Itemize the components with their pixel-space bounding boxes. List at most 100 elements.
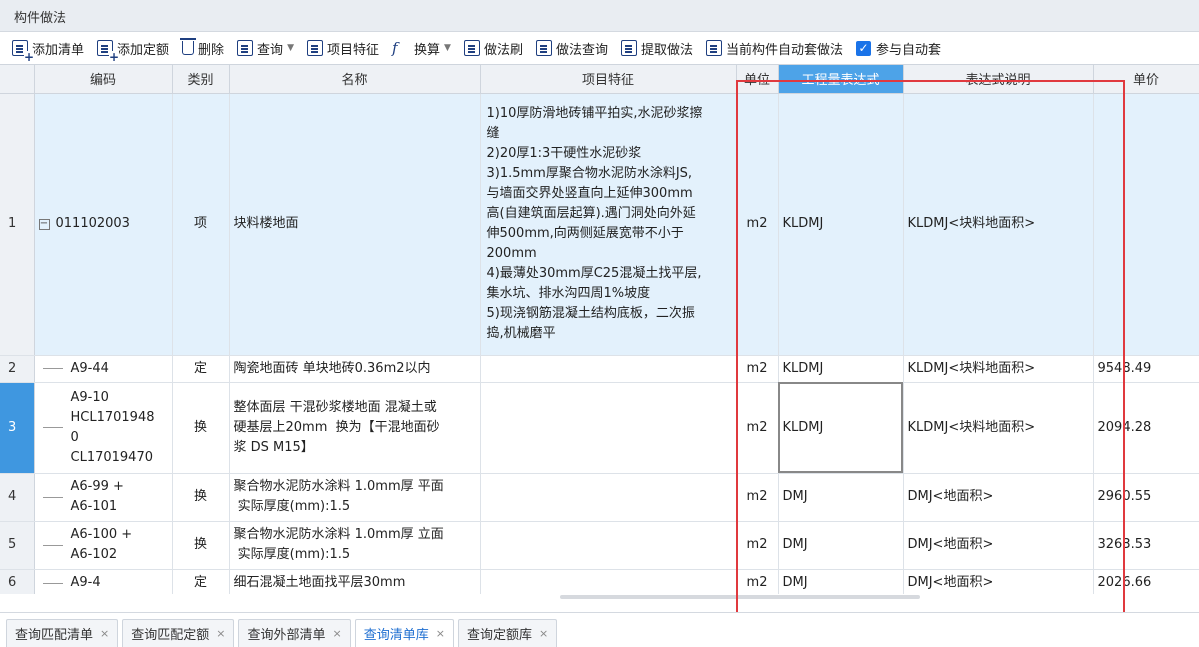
tab-query-match-list[interactable]: 查询匹配清单 × — [6, 619, 119, 647]
unit-cell[interactable]: m2 — [736, 382, 779, 474]
header-unit[interactable]: 单位 — [736, 65, 779, 94]
row-number[interactable]: 6 — [0, 569, 35, 594]
expression-desc-cell[interactable]: DMJ<地面积> — [903, 521, 1094, 570]
name-cell[interactable]: 聚合物水泥防水涂料 1.0mm厚 立面 实际厚度(mm):1.5 — [229, 521, 481, 570]
code-text: A9-4 — [70, 575, 101, 590]
convert-label: 换算 — [414, 42, 441, 58]
expression-desc-cell[interactable]: DMJ<地面积> — [903, 473, 1094, 522]
method-query-icon — [535, 40, 552, 56]
type-cell[interactable]: 项 — [172, 93, 230, 356]
tab-query-quota-library[interactable]: 查询定额库 × — [457, 619, 558, 647]
header-feature[interactable]: 项目特征 — [480, 65, 737, 94]
feature-cell[interactable] — [480, 521, 737, 570]
table-row[interactable]: 6 A9-4 定 细石混凝土地面找平层30mm m2 DMJ DMJ<地面积> … — [0, 569, 1199, 594]
expression-desc-cell[interactable]: DMJ<地面积> — [903, 569, 1094, 594]
table-row[interactable]: 1 − 011102003 项 块料楼地面 1)10厚防滑地砖铺平拍实,水泥砂浆… — [0, 93, 1199, 356]
type-cell[interactable]: 换 — [172, 473, 230, 522]
price-cell[interactable]: 2094.28 — [1093, 382, 1199, 474]
type-cell[interactable]: 换 — [172, 521, 230, 570]
feature-cell[interactable]: 1)10厚防滑地砖铺平拍实,水泥砂浆擦 缝 2)20厚1:3干硬性水泥砂浆 3)… — [480, 93, 737, 356]
tab-query-list-library[interactable]: 查询清单库 × — [354, 619, 454, 647]
close-icon[interactable]: × — [436, 627, 445, 640]
auto-apply-button[interactable]: 当前构件自动套做法 — [704, 36, 845, 60]
price-cell[interactable]: 3263.53 — [1093, 521, 1199, 570]
row-number[interactable]: 5 — [0, 521, 35, 570]
type-cell[interactable]: 定 — [172, 355, 230, 383]
price-cell[interactable]: 2026.66 — [1093, 569, 1199, 594]
price-cell[interactable] — [1093, 93, 1199, 356]
delete-button[interactable]: 删除 — [180, 36, 226, 60]
unit-cell[interactable]: m2 — [736, 569, 779, 594]
table-row[interactable]: 5 A6-100 + A6-102 换 聚合物水泥防水涂料 1.0mm厚 立面 … — [0, 521, 1199, 570]
expression-cell[interactable]: DMJ — [778, 521, 904, 570]
method-query-button[interactable]: 做法查询 — [534, 36, 610, 60]
table-row[interactable]: 2 A9-44 定 陶瓷地面砖 单块地砖0.36m2以内 m2 KLDMJ KL… — [0, 355, 1199, 383]
feature-button[interactable]: 项目特征 — [305, 36, 381, 60]
table-row[interactable]: 3 A9-10 HCL1701948 0 CL17019470 换 整体面层 干… — [0, 382, 1199, 474]
row-number[interactable]: 1 — [0, 93, 35, 356]
feature-cell[interactable] — [480, 355, 737, 383]
expression-desc-cell[interactable]: KLDMJ<块料地面积> — [903, 382, 1094, 474]
add-list-button[interactable]: 添加清单 — [10, 36, 86, 63]
header-name[interactable]: 名称 — [229, 65, 481, 94]
convert-button[interactable]: f 换算 ▼ — [390, 36, 453, 60]
unit-cell[interactable]: m2 — [736, 93, 779, 356]
feature-cell[interactable] — [480, 473, 737, 522]
code-cell[interactable]: A6-99 + A6-101 — [34, 473, 173, 522]
add-quota-icon — [97, 40, 120, 63]
collapse-icon[interactable]: − — [38, 218, 50, 230]
close-icon[interactable]: × — [332, 627, 341, 640]
code-cell[interactable]: A9-4 — [34, 569, 173, 594]
tab-query-match-quota[interactable]: 查询匹配定额 × — [122, 619, 235, 647]
feature-cell[interactable] — [480, 382, 737, 474]
method-brush-button[interactable]: 做法刷 — [462, 36, 525, 60]
name-cell[interactable]: 块料楼地面 — [229, 93, 481, 356]
type-cell[interactable]: 定 — [172, 569, 230, 594]
expression-cell[interactable]: KLDMJ — [778, 355, 904, 383]
tab-query-external-list[interactable]: 查询外部清单 × — [238, 619, 351, 647]
expression-cell[interactable]: DMJ — [778, 569, 904, 594]
code-cell[interactable]: − 011102003 — [34, 93, 173, 356]
code-cell[interactable]: A9-10 HCL1701948 0 CL17019470 — [34, 382, 173, 474]
tree-connector — [42, 544, 63, 546]
expression-cell[interactable]: KLDMJ — [778, 93, 904, 356]
name-cell[interactable]: 陶瓷地面砖 单块地砖0.36m2以内 — [229, 355, 481, 383]
expression-cell-focused[interactable]: KLDMJ — [778, 382, 904, 474]
unit-cell[interactable]: m2 — [736, 473, 779, 522]
close-icon[interactable]: × — [216, 627, 225, 640]
expression-desc-cell[interactable]: KLDMJ<块料地面积> — [903, 355, 1094, 383]
header-expression[interactable]: 工程量表达式 — [778, 65, 904, 94]
price-cell[interactable]: 2960.55 — [1093, 473, 1199, 522]
header-type[interactable]: 类别 — [172, 65, 230, 94]
close-icon[interactable]: × — [100, 627, 109, 640]
unit-cell[interactable]: m2 — [736, 355, 779, 383]
name-cell[interactable]: 聚合物水泥防水涂料 1.0mm厚 平面 实际厚度(mm):1.5 — [229, 473, 481, 522]
horizontal-scrollbar[interactable] — [560, 595, 920, 599]
type-cell[interactable]: 换 — [172, 382, 230, 474]
name-cell[interactable]: 细石混凝土地面找平层30mm — [229, 569, 481, 594]
feature-cell[interactable] — [480, 569, 737, 594]
table-row[interactable]: 4 A6-99 + A6-101 换 聚合物水泥防水涂料 1.0mm厚 平面 实… — [0, 473, 1199, 522]
tree-connector — [42, 368, 63, 369]
row-number[interactable]: 4 — [0, 473, 35, 522]
extract-method-button[interactable]: 提取做法 — [619, 36, 695, 60]
code-cell[interactable]: A9-44 — [34, 355, 173, 383]
header-price[interactable]: 单价 — [1093, 65, 1199, 94]
header-code[interactable]: 编码 — [34, 65, 173, 94]
add-quota-button[interactable]: 添加定额 — [95, 36, 171, 63]
row-number[interactable]: 3 — [0, 382, 35, 474]
price-cell[interactable]: 9548.49 — [1093, 355, 1199, 383]
expression-cell[interactable]: DMJ — [778, 473, 904, 522]
chevron-down-icon[interactable]: ▼ — [287, 43, 294, 53]
row-number[interactable]: 2 — [0, 355, 35, 383]
method-table: 编码 类别 名称 项目特征 单位 工程量表达式 表达式说明 单价 1 − 011… — [0, 65, 1199, 594]
auto-participate-checkbox[interactable]: ✓ 参与自动套 — [854, 36, 943, 60]
name-cell[interactable]: 整体面层 干混砂浆楼地面 混凝土或 硬基层上20mm 换为【干混地面砂 浆 DS… — [229, 382, 481, 474]
expression-desc-cell[interactable]: KLDMJ<块料地面积> — [903, 93, 1094, 356]
query-button[interactable]: 查询 ▼ — [235, 36, 296, 60]
code-cell[interactable]: A6-100 + A6-102 — [34, 521, 173, 570]
close-icon[interactable]: × — [539, 627, 548, 640]
header-expression-desc[interactable]: 表达式说明 — [903, 65, 1094, 94]
unit-cell[interactable]: m2 — [736, 521, 779, 570]
chevron-down-icon[interactable]: ▼ — [444, 43, 451, 53]
